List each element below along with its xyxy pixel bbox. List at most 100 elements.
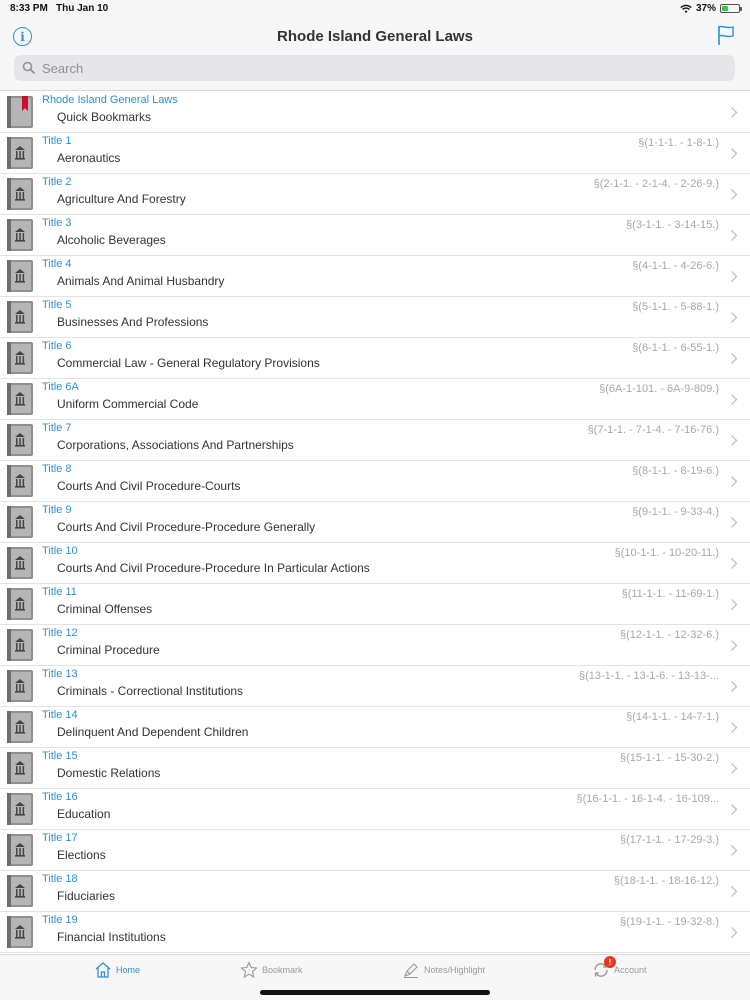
list-item-name: Corporations, Associations And Partnersh… (57, 438, 294, 452)
list-item[interactable]: Title 8 Courts And Civil Procedure-Court… (0, 461, 750, 502)
list-item-title: Title 11 (42, 586, 77, 598)
tab-notes-label: Notes/Highlight (424, 965, 486, 975)
chevron-right-icon (731, 640, 738, 651)
status-right: 37% (680, 3, 742, 14)
chevron-right-icon (731, 558, 738, 569)
list-item-range: §(2-1-1. - 2-1-4. - 2-26-9.) (593, 178, 719, 190)
list-item[interactable]: Title 6A Uniform Commercial Code §(6A-1-… (0, 379, 750, 420)
search-icon (22, 61, 36, 75)
law-book-icon (7, 547, 33, 579)
list-item-name: Businesses And Professions (57, 315, 209, 329)
chevron-right-icon (731, 230, 738, 241)
tab-home[interactable]: Home (94, 961, 140, 979)
list-item[interactable]: Title 6 Commercial Law - General Regulat… (0, 338, 750, 379)
tab-home-label: Home (116, 965, 141, 975)
list-item-name: Alcoholic Beverages (57, 233, 166, 247)
status-time: 8:33 PM (10, 3, 48, 14)
list-item[interactable]: Title 3 Alcoholic Beverages §(3-1-1. - 3… (0, 215, 750, 256)
list-item[interactable]: Title 5 Businesses And Professions §(5-1… (0, 297, 750, 338)
chevron-right-icon (731, 353, 738, 364)
list-item-title: Title 6 (42, 340, 72, 352)
list-item-title: Title 3 (42, 217, 72, 229)
list-item[interactable]: Title 18 Fiduciaries §(18-1-1. - 18-16-1… (0, 871, 750, 912)
law-book-icon (7, 465, 33, 497)
list-item-range: §(5-1-1. - 5-88-1.) (632, 301, 719, 313)
list-item[interactable]: Title 2 Agriculture And Forestry §(2-1-1… (0, 174, 750, 215)
flag-icon[interactable] (716, 24, 736, 46)
list-item-title: Rhode Island General Laws (42, 94, 178, 106)
list-item-title: Title 4 (42, 258, 72, 270)
law-book-icon (7, 137, 33, 169)
home-icon (95, 962, 111, 978)
tab-notes-highlight[interactable]: Notes/Highlight (402, 961, 485, 979)
list-item[interactable]: Title 15 Domestic Relations §(15-1-1. - … (0, 748, 750, 789)
law-book-icon (7, 670, 33, 702)
list-item-range: §(9-1-1. - 9-33-4.) (632, 506, 719, 518)
chevron-right-icon (731, 189, 738, 200)
list-item-name: Uniform Commercial Code (57, 397, 199, 411)
chevron-right-icon (731, 763, 738, 774)
search-input[interactable] (42, 60, 722, 76)
law-book-icon (7, 834, 33, 866)
list-item-name: Domestic Relations (57, 766, 161, 780)
star-icon (240, 961, 258, 979)
search-bar[interactable] (14, 55, 735, 81)
list-item-name: Fiduciaries (57, 889, 116, 903)
list-item[interactable]: Title 17 Elections §(17-1-1. - 17-29-3.) (0, 830, 750, 871)
law-book-icon (7, 342, 33, 374)
page-title: Rhode Island General Laws (277, 28, 473, 45)
list-item[interactable]: Title 4 Animals And Animal Husbandry §(4… (0, 256, 750, 297)
list-item-title: Title 8 (42, 463, 72, 475)
navigation-bar: i Rhode Island General Laws (0, 18, 750, 91)
list-item-title: Title 12 (42, 627, 78, 639)
list-item-range: §(13-1-1. - 13-1-6. - 13-13-... (578, 670, 719, 682)
chevron-right-icon (731, 599, 738, 610)
list-item-range: §(12-1-1. - 12-32-6.) (619, 629, 719, 641)
list-item-name: Courts And Civil Procedure-Procedure In … (57, 561, 370, 575)
chevron-right-icon (731, 148, 738, 159)
law-book-icon (7, 301, 33, 333)
list-item[interactable]: Title 13 Criminals - Correctional Instit… (0, 666, 750, 707)
chevron-right-icon (731, 435, 738, 446)
list-item[interactable]: Title 19 Financial Institutions §(19-1-1… (0, 912, 750, 953)
chevron-right-icon (731, 271, 738, 282)
list-item-range: §(14-1-1. - 14-7-1.) (626, 711, 719, 723)
law-book-icon (7, 260, 33, 292)
list-item-name: Courts And Civil Procedure-Procedure Gen… (57, 520, 316, 534)
law-book-icon (7, 178, 33, 210)
list-item[interactable]: Title 7 Corporations, Associations And P… (0, 420, 750, 461)
tab-account-label: Account (614, 965, 647, 975)
list-item[interactable]: Title 12 Criminal Procedure §(12-1-1. - … (0, 625, 750, 666)
list-item-range: §(6-1-1. - 6-55-1.) (632, 342, 719, 354)
status-date: Thu Jan 10 (56, 3, 109, 14)
list-item-range: §(1-1-1. - 1-8-1.) (638, 137, 719, 149)
chevron-right-icon (731, 394, 738, 405)
law-book-icon (7, 793, 33, 825)
list-item[interactable]: Title 10 Courts And Civil Procedure-Proc… (0, 543, 750, 584)
chevron-right-icon (731, 927, 738, 938)
status-bar: 8:33 PM Thu Jan 10 37% (0, 0, 750, 18)
list-item-name: Education (57, 807, 111, 821)
law-book-icon (7, 588, 33, 620)
titles-list: Rhode Island General Laws Quick Bookmark… (0, 92, 750, 954)
tab-account[interactable]: ! Account (592, 956, 647, 979)
list-item[interactable]: Rhode Island General Laws Quick Bookmark… (0, 92, 750, 133)
list-item[interactable]: Title 16 Education §(16-1-1. - 16-1-4. -… (0, 789, 750, 830)
pen-icon (404, 963, 418, 979)
list-item-name: Elections (57, 848, 106, 862)
list-item[interactable]: Title 9 Courts And Civil Procedure-Proce… (0, 502, 750, 543)
list-item-title: Title 17 (42, 832, 78, 844)
list-item[interactable]: Title 1 Aeronautics §(1-1-1. - 1-8-1.) (0, 133, 750, 174)
list-item-title: Title 13 (42, 668, 78, 680)
law-book-icon (7, 916, 33, 948)
list-item-range: §(8-1-1. - 8-19-6.) (632, 465, 719, 477)
battery-icon (720, 4, 742, 13)
tab-bookmark[interactable]: Bookmark (240, 961, 303, 979)
list-item-range: §(18-1-1. - 18-16-12.) (613, 875, 719, 887)
tab-bookmark-label: Bookmark (262, 965, 303, 975)
list-item[interactable]: Title 14 Delinquent And Dependent Childr… (0, 707, 750, 748)
chevron-right-icon (731, 107, 738, 118)
list-item[interactable]: Title 11 Criminal Offenses §(11-1-1. - 1… (0, 584, 750, 625)
list-item-range: §(7-1-1. - 7-1-4. - 7-16-76.) (587, 424, 719, 436)
list-item-name: Aeronautics (57, 151, 121, 165)
